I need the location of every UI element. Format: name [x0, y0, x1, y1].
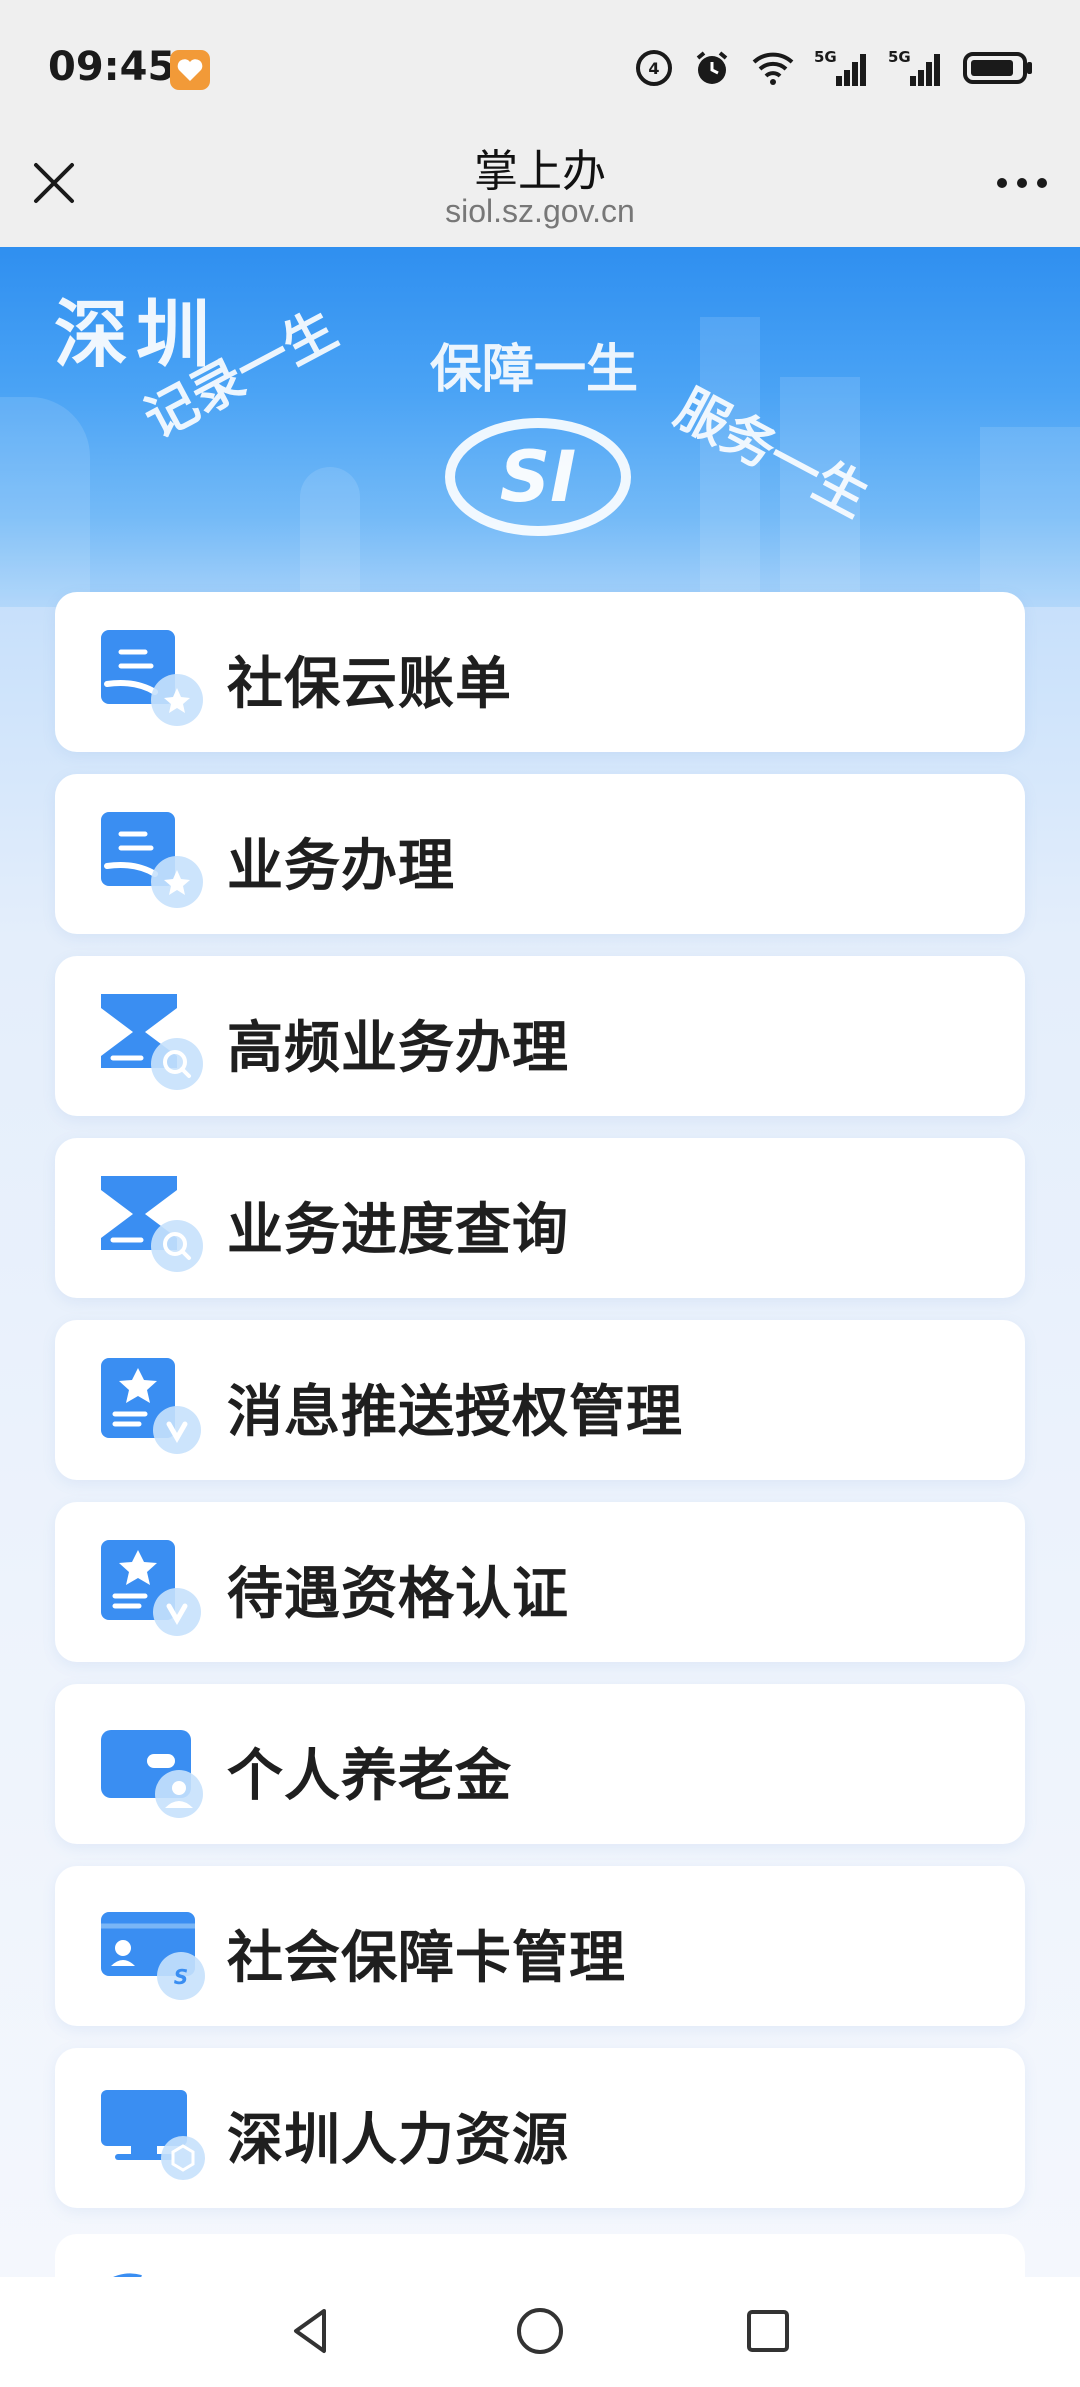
more-options-button[interactable] [990, 163, 1054, 203]
more-icon [997, 178, 1047, 188]
menu-item-label: 社保云账单 [227, 652, 512, 717]
menu-item-high-frequency[interactable]: 高频业务办理 [55, 956, 1025, 1116]
recents-button[interactable] [736, 2299, 800, 2363]
banner-slogan-2: 保障一生 [430, 340, 639, 400]
bill-hand-icon [101, 812, 203, 908]
menu-item-personal-pension[interactable]: 个人养老金 [55, 1684, 1025, 1844]
page-title: 掌上办 [474, 146, 606, 197]
menu-item-label: 深圳人力资源 [227, 2108, 569, 2173]
hd-call-icon: 4 [634, 48, 674, 88]
menu-item-label: 业务进度查询 [227, 1198, 569, 1263]
monitor-cube-icon [101, 2090, 205, 2180]
signal-5g-icon: 5G [814, 48, 870, 88]
menu-item-business-handling[interactable]: 业务办理 [55, 774, 1025, 934]
hourglass-search-icon [101, 994, 203, 1090]
back-triangle-icon [294, 2309, 326, 2353]
menu-item-label: 待遇资格认证 [227, 1562, 569, 1627]
decorative-building [980, 427, 1080, 607]
network-label-1: 5G [814, 48, 837, 66]
back-button[interactable] [280, 2299, 344, 2363]
bill-hand-icon [101, 630, 203, 726]
status-icons: 4 5G 5G [634, 46, 1034, 90]
svg-text:S: S [174, 1965, 188, 1989]
menu-item-label: 高频业务办理 [227, 1016, 569, 1081]
wallet-person-icon [101, 1730, 203, 1818]
signal-5g-icon: 5G [888, 48, 944, 88]
wifi-icon [750, 48, 796, 88]
menu-item-shenzhen-hr[interactable]: 深圳人力资源 [55, 2048, 1025, 2208]
badge-verify-icon [101, 1358, 201, 1454]
status-time: 09:45 [48, 44, 176, 90]
menu-item-label: 社会保障卡管理 [227, 1926, 626, 1991]
alarm-icon [692, 48, 732, 88]
decorative-building [300, 467, 360, 607]
page-url: siol.sz.gov.cn [445, 193, 635, 229]
notification-heart-icon [170, 50, 210, 90]
hourglass-search-icon [101, 1176, 203, 1272]
logo-text: SI [500, 436, 576, 518]
battery-icon [962, 48, 1034, 88]
id-card-icon: S [101, 1912, 205, 2000]
status-bar: 09:45 4 5G 5G [0, 0, 1080, 135]
menu-item-label: 消息推送授权管理 [227, 1380, 683, 1445]
menu-item-label: 个人养老金 [227, 1744, 512, 1809]
menu-item-benefit-qualification[interactable]: 待遇资格认证 [55, 1502, 1025, 1662]
menu-item-progress-query[interactable]: 业务进度查询 [55, 1138, 1025, 1298]
menu-item-social-security-card[interactable]: S 社会保障卡管理 [55, 1866, 1025, 2026]
menu-item-push-authorization[interactable]: 消息推送授权管理 [55, 1320, 1025, 1480]
network-label-2: 5G [888, 48, 911, 66]
home-circle-icon [517, 2308, 563, 2354]
svg-text:4: 4 [648, 59, 659, 78]
home-button[interactable] [508, 2299, 572, 2363]
menu-item-label: 业务办理 [227, 834, 455, 899]
title-bar: 掌上办 siol.sz.gov.cn [0, 135, 1080, 247]
system-nav-bar [0, 2277, 1080, 2387]
social-insurance-logo: SI [445, 418, 631, 536]
menu-item-social-security-bill[interactable]: 社保云账单 [55, 592, 1025, 752]
header-banner: 深圳 记录一生 保障一生 服务一生 SI [0, 247, 1080, 607]
recents-square-icon [747, 2310, 789, 2352]
badge-verify-icon [101, 1540, 201, 1636]
decorative-building [0, 397, 90, 607]
